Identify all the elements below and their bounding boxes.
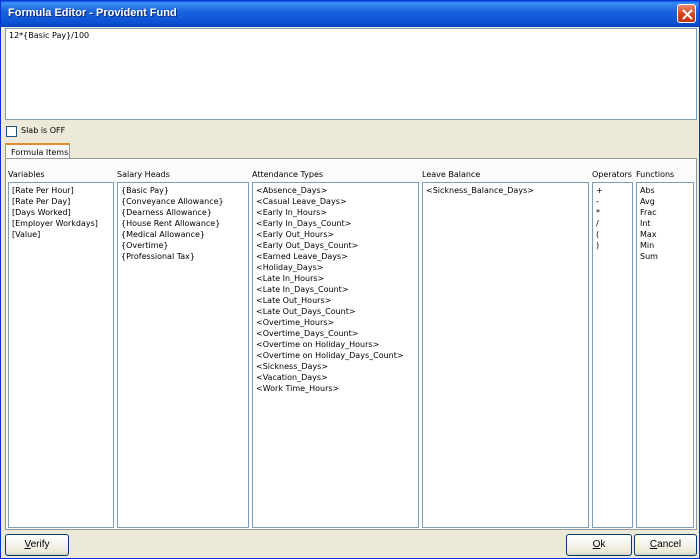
- list-item[interactable]: Abs: [640, 185, 690, 196]
- list-item[interactable]: -: [596, 196, 629, 207]
- variables-header: Variables: [8, 170, 45, 179]
- list-item[interactable]: <Sickness_Balance_Days>: [426, 185, 585, 196]
- slab-label: Slab is OFF: [21, 126, 66, 135]
- salary-heads-list[interactable]: {Basic Pay} {Conveyance Allowance} {Dearne…: [117, 182, 249, 528]
- cancel-button[interactable]: Cancel: [634, 534, 697, 556]
- list-item[interactable]: <Work Time_Hours>: [256, 383, 415, 394]
- list-item[interactable]: [Value]: [12, 229, 110, 240]
- list-item[interactable]: ): [596, 240, 629, 251]
- list-item[interactable]: <Overtime_Hours>: [256, 317, 415, 328]
- list-item[interactable]: <Late In_Days_Count>: [256, 284, 415, 295]
- close-icon: [682, 9, 693, 20]
- list-item[interactable]: <Late Out_Days_Count>: [256, 306, 415, 317]
- close-button[interactable]: [677, 4, 696, 23]
- list-item[interactable]: {Medical Allowance}: [121, 229, 245, 240]
- list-item[interactable]: Frac: [640, 207, 690, 218]
- attendance-types-header: Attendance Types: [252, 170, 324, 179]
- list-item[interactable]: {Overtime}: [121, 240, 245, 251]
- verify-label-rest: erify: [30, 539, 50, 550]
- list-item[interactable]: <Overtime on Holiday_Days_Count>: [256, 350, 415, 361]
- title-bar[interactable]: Formula Editor - Provident Fund: [1, 1, 699, 27]
- variables-list[interactable]: [Rate Per Hour] [Rate Per Day] [Days Worke…: [8, 182, 114, 528]
- salary-heads-header: Salary Heads: [117, 170, 170, 179]
- list-item[interactable]: [Days Worked]: [12, 207, 110, 218]
- ok-label-rest: k: [600, 539, 606, 550]
- list-item[interactable]: <Early Out_Days_Count>: [256, 240, 415, 251]
- list-item[interactable]: (: [596, 229, 629, 240]
- list-item[interactable]: <Sickness_Days>: [256, 361, 415, 372]
- list-item[interactable]: *: [596, 207, 629, 218]
- list-item[interactable]: <Early In_Days_Count>: [256, 218, 415, 229]
- list-item[interactable]: <Late Out_Hours>: [256, 295, 415, 306]
- cancel-label-rest: ancel: [657, 539, 682, 550]
- formula-editor-window: Formula Editor - Provident Fund 12*{Basi…: [0, 0, 700, 559]
- list-item[interactable]: Int: [640, 218, 690, 229]
- ok-button[interactable]: Ok: [566, 534, 632, 556]
- list-item[interactable]: [Rate Per Day]: [12, 196, 110, 207]
- list-item[interactable]: [Rate Per Hour]: [12, 185, 110, 196]
- operators-header: Operators: [592, 170, 632, 179]
- list-item[interactable]: {Professional Tax}: [121, 251, 245, 262]
- list-item[interactable]: [Employer Workdays]: [12, 218, 110, 229]
- leave-balance-header: Leave Balance: [422, 170, 481, 179]
- list-item[interactable]: <Overtime_Days_Count>: [256, 328, 415, 339]
- leave-balance-list[interactable]: <Sickness_Balance_Days>: [422, 182, 589, 528]
- attendance-types-list[interactable]: <Absence_Days> <Casual Leave_Days> <Early …: [252, 182, 419, 528]
- list-item[interactable]: Min: [640, 240, 690, 251]
- verify-button[interactable]: Verify: [5, 534, 69, 556]
- formula-editor-textarea[interactable]: 12*{Basic Pay}/100: [5, 28, 697, 120]
- list-item[interactable]: {House Rent Allowance}: [121, 218, 245, 229]
- list-item[interactable]: <Absence_Days>: [256, 185, 415, 196]
- list-item[interactable]: {Basic Pay}: [121, 185, 245, 196]
- list-item[interactable]: <Vacation_Days>: [256, 372, 415, 383]
- list-item[interactable]: <Earned Leave_Days>: [256, 251, 415, 262]
- list-item[interactable]: Sum: [640, 251, 690, 262]
- list-item[interactable]: /: [596, 218, 629, 229]
- list-item[interactable]: <Overtime on Holiday_Hours>: [256, 339, 415, 350]
- list-item[interactable]: {Dearness Allowance}: [121, 207, 245, 218]
- list-item[interactable]: <Early Out_Hours>: [256, 229, 415, 240]
- tab-formula-items[interactable]: Formula Items: [5, 143, 70, 159]
- window-title: Formula Editor - Provident Fund: [8, 7, 177, 19]
- operators-list[interactable]: + - * /(): [592, 182, 633, 528]
- functions-list[interactable]: Abs Avg Frac Int Max Min Sum: [636, 182, 694, 528]
- list-item[interactable]: <Early In_Hours>: [256, 207, 415, 218]
- functions-header: Functions: [636, 170, 675, 179]
- list-item[interactable]: <Casual Leave_Days>: [256, 196, 415, 207]
- list-item[interactable]: {Conveyance Allowance}: [121, 196, 245, 207]
- list-item[interactable]: <Holiday_Days>: [256, 262, 415, 273]
- list-item[interactable]: Avg: [640, 196, 690, 207]
- list-item[interactable]: +: [596, 185, 629, 196]
- list-item[interactable]: Max: [640, 229, 690, 240]
- slab-checkbox[interactable]: [6, 126, 17, 137]
- list-item[interactable]: <Late In_Hours>: [256, 273, 415, 284]
